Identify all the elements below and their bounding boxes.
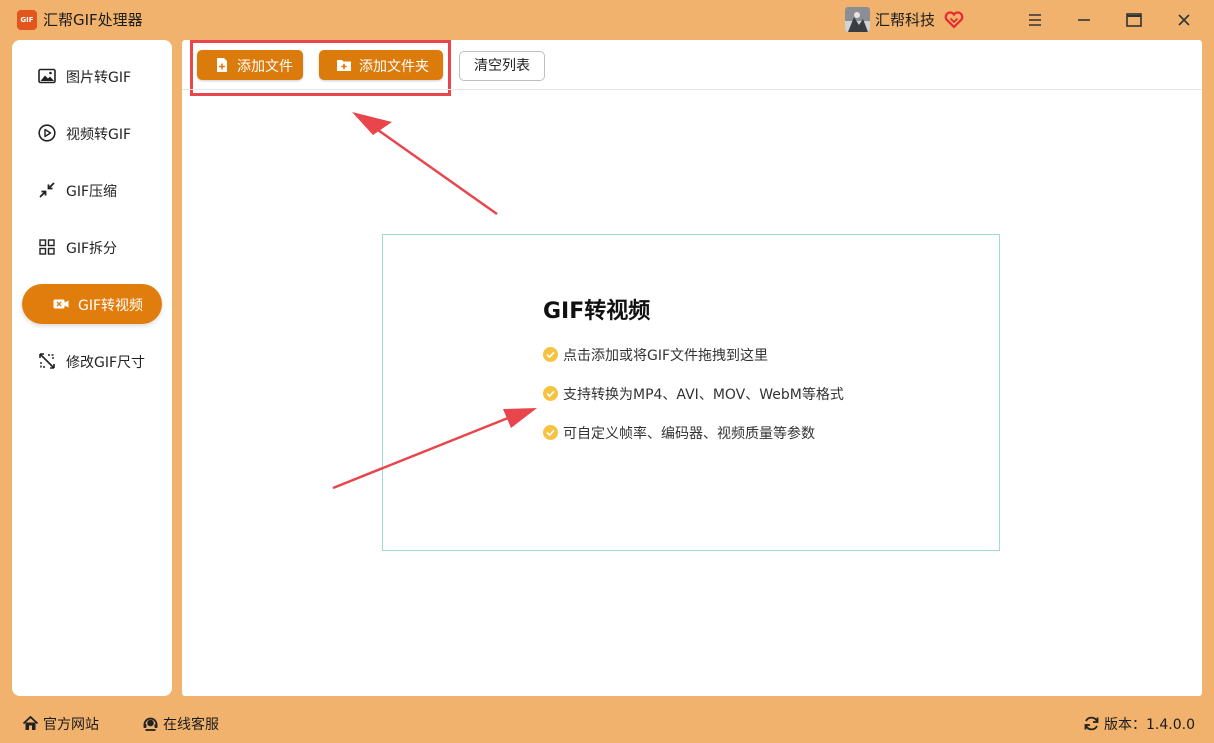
image-icon xyxy=(38,67,56,85)
compress-arrows-icon xyxy=(38,181,56,199)
official-website-link[interactable]: 官方网站 xyxy=(22,714,112,734)
annotation-highlight-box xyxy=(190,40,451,96)
sidebar-item-label: GIF转视频 xyxy=(78,298,144,314)
version-label: 版本：1.4.0.0 xyxy=(1104,717,1195,733)
app-title: 汇帮GIF处理器 xyxy=(43,11,143,29)
toolbar-divider xyxy=(182,89,1202,90)
drop-zone-title: GIF转视频 xyxy=(543,299,651,324)
split-grid-icon xyxy=(38,238,56,256)
sidebar-item-label: 图片转GIF xyxy=(66,70,132,86)
check-circle-icon xyxy=(543,347,558,362)
status-bar: 官方网站 在线客服 版本：1.4.0.0 xyxy=(0,703,1214,743)
resize-icon xyxy=(38,352,56,370)
file-drop-zone[interactable]: GIF转视频 点击添加或将GIF文件拖拽到这里 支持转换为MP4、AVI、MOV… xyxy=(382,234,1000,551)
vip-heart-icon[interactable] xyxy=(944,10,964,30)
main-panel: 添加文件 添加文件夹 清空列表 GIF转视频 点击添加或将GIF文件拖拽到这里 … xyxy=(182,40,1202,696)
check-circle-icon xyxy=(543,386,558,401)
video-camera-icon xyxy=(52,295,70,313)
title-bar: GIF 汇帮GIF处理器 汇帮科技 xyxy=(0,0,1214,40)
refresh-icon xyxy=(1083,715,1100,732)
close-icon[interactable] xyxy=(1172,8,1196,32)
sidebar-item-label: GIF压缩 xyxy=(66,184,118,200)
headset-icon xyxy=(142,715,159,732)
app-logo: GIF xyxy=(17,10,37,30)
sidebar-item-gif-split[interactable]: GIF拆分 xyxy=(22,227,162,267)
clear-list-button[interactable]: 清空列表 xyxy=(459,51,545,81)
maximize-icon[interactable] xyxy=(1122,8,1146,32)
tip-text: 可自定义帧率、编码器、视频质量等参数 xyxy=(563,426,815,442)
sidebar-item-image-to-gif[interactable]: 图片转GIF xyxy=(22,56,162,96)
tip-text: 点击添加或将GIF文件拖拽到这里 xyxy=(563,348,769,364)
sidebar-item-video-to-gif[interactable]: 视频转GIF xyxy=(22,113,162,153)
avatar[interactable] xyxy=(845,7,870,32)
online-service-link[interactable]: 在线客服 xyxy=(142,714,232,734)
minimize-icon[interactable] xyxy=(1072,8,1096,32)
sidebar-item-gif-to-video[interactable]: GIF转视频 xyxy=(22,284,162,324)
menu-icon[interactable] xyxy=(1023,8,1047,32)
sidebar-item-gif-compress[interactable]: GIF压缩 xyxy=(22,170,162,210)
sidebar-item-label: 修改GIF尺寸 xyxy=(66,355,146,371)
sidebar: 图片转GIF 视频转GIF GIF压缩 GIF拆分 GIF转视频 修改GIF尺寸 xyxy=(12,40,172,696)
sidebar-item-label: GIF拆分 xyxy=(66,241,118,257)
home-icon xyxy=(22,715,39,732)
online-service-label: 在线客服 xyxy=(163,717,219,733)
brand-name: 汇帮科技 xyxy=(875,11,936,29)
check-circle-icon xyxy=(543,425,558,440)
sidebar-item-gif-resize[interactable]: 修改GIF尺寸 xyxy=(22,341,162,381)
play-circle-icon xyxy=(38,124,56,142)
version-info[interactable]: 版本：1.4.0.0 xyxy=(1083,714,1195,734)
official-website-label: 官方网站 xyxy=(43,717,99,733)
tip-text: 支持转换为MP4、AVI、MOV、WebM等格式 xyxy=(563,387,844,403)
sidebar-item-label: 视频转GIF xyxy=(66,127,132,143)
